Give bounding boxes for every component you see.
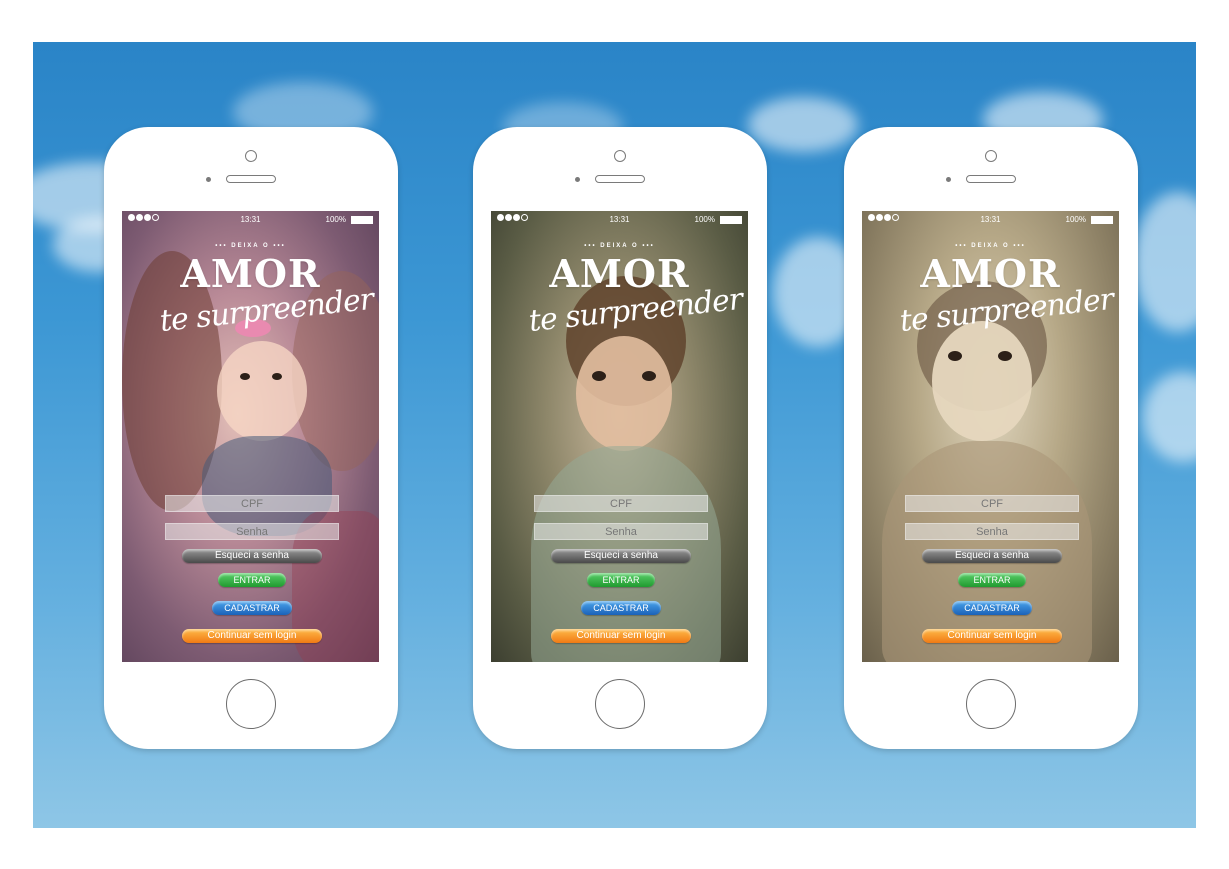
eye: [240, 373, 250, 380]
app-logo: ••• DEIXA O ••• AMOR te surpreender: [122, 237, 379, 339]
battery-icon: [1091, 216, 1113, 224]
battery-percent: 100%: [1065, 215, 1086, 224]
continue-without-login-button[interactable]: Continuar sem login: [551, 629, 691, 643]
signup-button[interactable]: CADASTRAR: [952, 601, 1032, 615]
front-camera-icon: [245, 150, 257, 162]
logo-tagline: ••• DEIXA O •••: [584, 243, 655, 249]
continue-without-login-button[interactable]: Continuar sem login: [182, 629, 322, 643]
cloud: [1133, 192, 1196, 332]
eye: [948, 351, 962, 361]
forgot-password-button[interactable]: Esqueci a senha: [922, 549, 1062, 563]
login-screen: 13:31 100% ••• DEIXA O ••• AMOR te surpr…: [491, 211, 748, 662]
status-bar: 13:31 100%: [491, 211, 748, 227]
status-bar: 13:31 100%: [862, 211, 1119, 227]
eye: [998, 351, 1012, 361]
password-input[interactable]: Senha: [534, 523, 708, 540]
app-logo: ••• DEIXA O ••• AMOR te surpreender: [491, 237, 748, 339]
cloud: [748, 97, 858, 152]
eye: [592, 371, 606, 381]
eye: [272, 373, 282, 380]
battery-icon: [351, 216, 373, 224]
battery-percent: 100%: [694, 215, 715, 224]
phone-mockup-girl: 13:31 100% ••• DEIXA O ••• AMOR te surpr…: [844, 127, 1138, 749]
login-screen: 13:31 100% ••• DEIXA O ••• AMOR te surpr…: [862, 211, 1119, 662]
home-button[interactable]: [966, 679, 1016, 729]
phone-mockup-family: 13:31 100% ••• DEIXA O ••• AMOR te surpr…: [104, 127, 398, 749]
sensor-dot: [575, 177, 580, 182]
login-screen: 13:31 100% ••• DEIXA O ••• AMOR te surpr…: [122, 211, 379, 662]
eye: [642, 371, 656, 381]
phone-mockup-boy: 13:31 100% ••• DEIXA O ••• AMOR te surpr…: [473, 127, 767, 749]
earpiece-speaker: [966, 175, 1016, 183]
status-bar: 13:31 100%: [122, 211, 379, 227]
logo-tagline: ••• DEIXA O •••: [215, 243, 286, 249]
forgot-password-button[interactable]: Esqueci a senha: [182, 549, 322, 563]
password-input[interactable]: Senha: [905, 523, 1079, 540]
sensor-dot: [206, 177, 211, 182]
front-camera-icon: [614, 150, 626, 162]
signup-button[interactable]: CADASTRAR: [212, 601, 292, 615]
logo-tagline: ••• DEIXA O •••: [955, 243, 1026, 249]
cloud: [1143, 372, 1196, 462]
cpf-input[interactable]: CPF: [165, 495, 339, 512]
enter-button[interactable]: ENTRAR: [218, 573, 286, 587]
home-button[interactable]: [595, 679, 645, 729]
cpf-input[interactable]: CPF: [534, 495, 708, 512]
enter-button[interactable]: ENTRAR: [958, 573, 1026, 587]
app-logo: ••• DEIXA O ••• AMOR te surpreender: [862, 237, 1119, 339]
girl-face-photo: [932, 321, 1032, 441]
boy-face-photo: [576, 336, 672, 451]
earpiece-speaker: [226, 175, 276, 183]
baby-face-photo: [217, 341, 307, 441]
front-camera-icon: [985, 150, 997, 162]
enter-button[interactable]: ENTRAR: [587, 573, 655, 587]
continue-without-login-button[interactable]: Continuar sem login: [922, 629, 1062, 643]
earpiece-speaker: [595, 175, 645, 183]
home-button[interactable]: [226, 679, 276, 729]
sensor-dot: [946, 177, 951, 182]
password-input[interactable]: Senha: [165, 523, 339, 540]
cpf-input[interactable]: CPF: [905, 495, 1079, 512]
forgot-password-button[interactable]: Esqueci a senha: [551, 549, 691, 563]
signup-button[interactable]: CADASTRAR: [581, 601, 661, 615]
battery-icon: [720, 216, 742, 224]
battery-percent: 100%: [325, 215, 346, 224]
